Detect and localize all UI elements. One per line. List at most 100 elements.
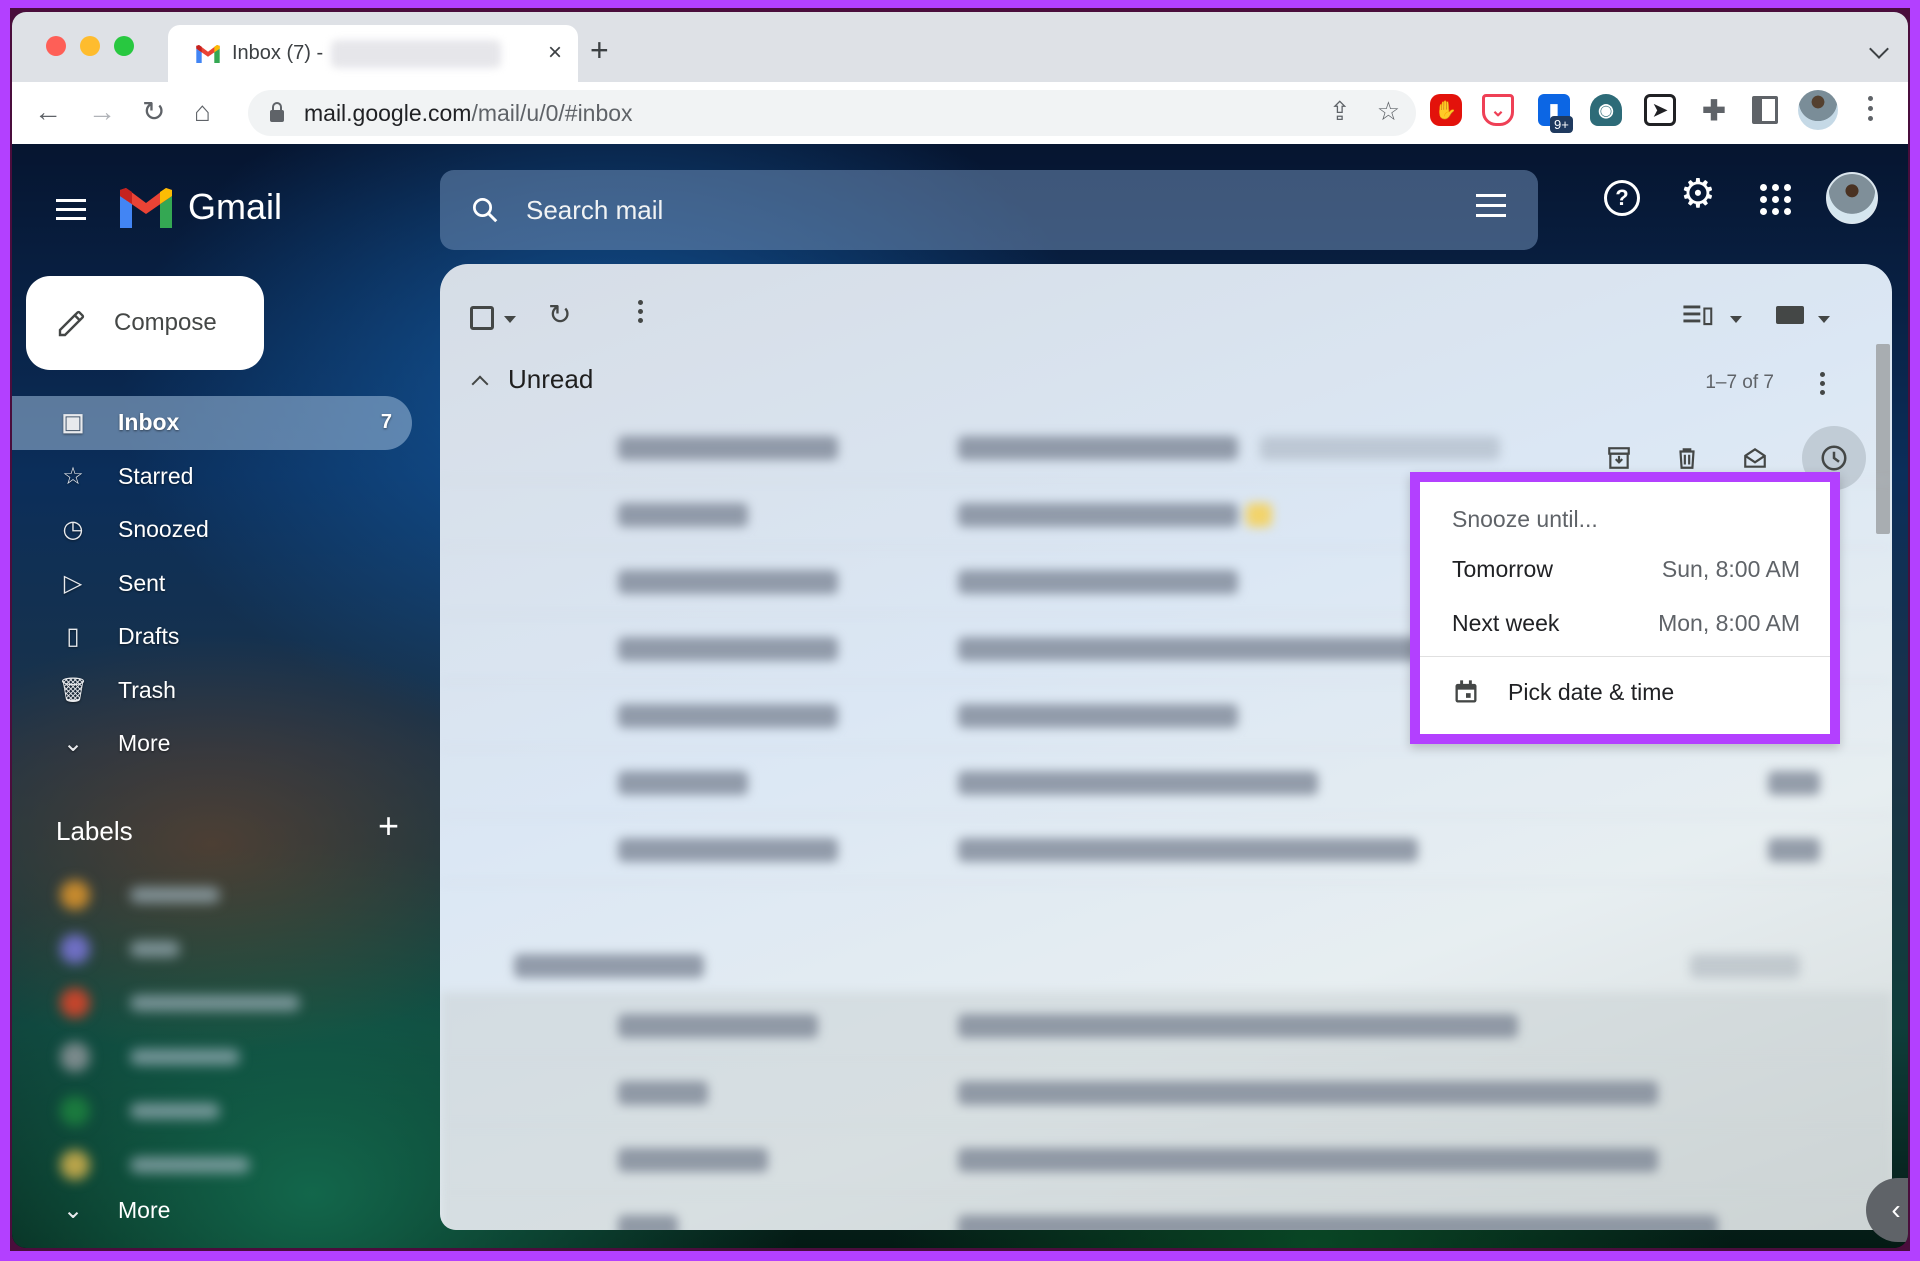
reload-icon[interactable]: ↻ (142, 92, 165, 132)
sidebar-item-inbox[interactable]: ▣ Inbox 7 (12, 396, 412, 450)
sidebar-item-label: Snoozed (118, 516, 209, 543)
label-item[interactable] (60, 1150, 250, 1180)
snooze-option-next-week[interactable]: Next week Mon, 8:00 AM (1420, 596, 1830, 650)
search-icon[interactable] (470, 195, 500, 225)
label-name-redacted (130, 1049, 240, 1065)
clock-icon: ◷ (62, 516, 84, 544)
chevron-down-icon: ⌄ (62, 730, 84, 758)
sidebar-item-snoozed[interactable]: ◷ Snoozed (12, 503, 412, 557)
label-color-dot (60, 1042, 90, 1072)
close-window-button[interactable] (46, 36, 66, 56)
sender-redacted (618, 1014, 818, 1038)
label-name-redacted (130, 995, 300, 1011)
email-row[interactable] (440, 749, 1892, 816)
label-item[interactable] (60, 1096, 220, 1126)
search-options-icon[interactable] (1476, 194, 1506, 224)
browser-profile-avatar[interactable] (1798, 90, 1838, 130)
pick-date-time-option[interactable]: Pick date & time (1452, 678, 1674, 706)
search-bar[interactable] (440, 170, 1538, 250)
sidebar-nav: ▣ Inbox 7 ☆ Starred ◷ Snoozed ▷ Sent ▯ D… (12, 396, 412, 771)
minimize-window-button[interactable] (80, 36, 100, 56)
keyboard-icon[interactable] (1776, 306, 1804, 324)
subject-redacted (958, 704, 1238, 728)
label-name-redacted (130, 941, 180, 957)
google-apps-icon[interactable] (1760, 184, 1791, 215)
browser-toolbar: ← → ↻ ⌂ mail.google.com/mail/u/0/#inbox … (12, 82, 1908, 144)
snippet-redacted (1260, 436, 1500, 460)
date-redacted (1768, 771, 1820, 795)
pocket-extension-icon[interactable]: ⌄ (1482, 94, 1514, 126)
refresh-icon[interactable]: ↻ (548, 298, 571, 331)
split-pane-caret-icon[interactable] (1730, 316, 1742, 323)
main-menu-icon[interactable] (56, 199, 86, 226)
ghostery-extension-icon[interactable]: ◉ (1590, 94, 1622, 126)
adblock-extension-icon[interactable]: ✋ (1430, 94, 1462, 126)
emoji-redacted (1246, 503, 1272, 527)
back-arrow-icon[interactable]: ← (34, 92, 62, 132)
label-item[interactable] (60, 880, 220, 910)
more-actions-icon[interactable] (638, 300, 644, 323)
sidebar-item-label: Inbox (118, 409, 180, 436)
tab-search-chevron-icon[interactable] (1869, 39, 1889, 59)
email-row[interactable] (440, 1059, 1892, 1126)
share-icon[interactable]: ⇪ (1329, 96, 1351, 127)
settings-gear-icon[interactable]: ⚙ (1680, 174, 1716, 214)
select-dropdown-caret-icon[interactable] (504, 316, 516, 323)
compose-label: Compose (114, 309, 217, 336)
sidebar-item-trash[interactable]: 🗑 Trash (12, 664, 412, 718)
labels-more-button[interactable]: ⌄ More (58, 1196, 170, 1225)
close-tab-icon[interactable]: × (548, 39, 562, 67)
email-row[interactable] (440, 1126, 1892, 1193)
label-item[interactable] (60, 1042, 240, 1072)
tab-gmail-inbox[interactable]: Inbox (7) - × (168, 25, 578, 82)
sidebar-item-sent[interactable]: ▷ Sent (12, 557, 412, 611)
section-options-icon[interactable] (1820, 372, 1826, 395)
input-tools-caret-icon[interactable] (1818, 316, 1830, 323)
bookmark-star-icon[interactable]: ☆ (1377, 96, 1400, 127)
email-row[interactable] (440, 816, 1892, 883)
snooze-menu-panel: Snooze until... Tomorrow Sun, 8:00 AM Ne… (1420, 482, 1830, 734)
create-label-plus-icon[interactable]: + (378, 808, 399, 844)
snooze-option-label: Next week (1452, 609, 1560, 636)
gmail-app: Gmail Compose ▣ Inbox 7 ☆ Starred ◷ Snoo… (12, 144, 1908, 1248)
email-row[interactable] (440, 1193, 1892, 1230)
label-item[interactable] (60, 988, 300, 1018)
forward-arrow-icon[interactable]: → (88, 92, 116, 132)
chevron-left-icon: ‹ (1891, 1194, 1901, 1225)
browser-menu-icon[interactable] (1868, 96, 1874, 126)
send-extension-icon[interactable]: ➤ (1644, 94, 1676, 126)
sidebar-item-more[interactable]: ⌄ More (12, 717, 412, 771)
snooze-menu: Snooze until... Tomorrow Sun, 8:00 AM Ne… (1410, 472, 1840, 744)
label-item[interactable] (60, 934, 180, 964)
sidebar-item-label: Trash (118, 676, 176, 703)
label-color-dot (60, 1096, 90, 1126)
collapse-chevron-up-icon[interactable] (471, 375, 489, 392)
split-pane-icon[interactable]: ☰▯ (1682, 302, 1714, 328)
section-pager-redacted (1690, 954, 1800, 978)
search-input[interactable] (526, 194, 1326, 226)
subject-redacted (958, 1014, 1518, 1038)
new-tab-button[interactable]: + (590, 34, 609, 66)
send-icon: ▷ (63, 569, 83, 597)
select-all-checkbox[interactable] (470, 306, 494, 330)
address-bar[interactable]: mail.google.com/mail/u/0/#inbox ⇪ ☆ (248, 90, 1416, 136)
lock-icon[interactable] (270, 102, 284, 122)
maximize-window-button[interactable] (114, 36, 134, 56)
snooze-option-time: Sun, 8:00 AM (1661, 555, 1800, 582)
extensions-puzzle-icon[interactable]: ✚ (1698, 94, 1730, 126)
subject-redacted (958, 1081, 1658, 1105)
sidebar-item-starred[interactable]: ☆ Starred (12, 450, 412, 504)
home-icon[interactable]: ⌂ (194, 92, 211, 132)
help-icon[interactable]: ? (1604, 180, 1640, 216)
sidebar-item-drafts[interactable]: ▯ Drafts (12, 610, 412, 664)
snooze-option-tomorrow[interactable]: Tomorrow Sun, 8:00 AM (1420, 542, 1830, 596)
sidebar-item-label: Starred (118, 462, 194, 489)
snooze-option-label: Tomorrow (1452, 555, 1553, 582)
email-row[interactable] (440, 992, 1892, 1059)
side-panel-icon[interactable] (1752, 96, 1778, 124)
account-avatar[interactable] (1826, 172, 1878, 224)
pagination-text: 1–7 of 7 (1705, 372, 1774, 393)
sender-redacted (618, 771, 748, 795)
section-header-unread[interactable]: Unread (466, 364, 593, 395)
compose-button[interactable]: Compose (26, 276, 264, 370)
